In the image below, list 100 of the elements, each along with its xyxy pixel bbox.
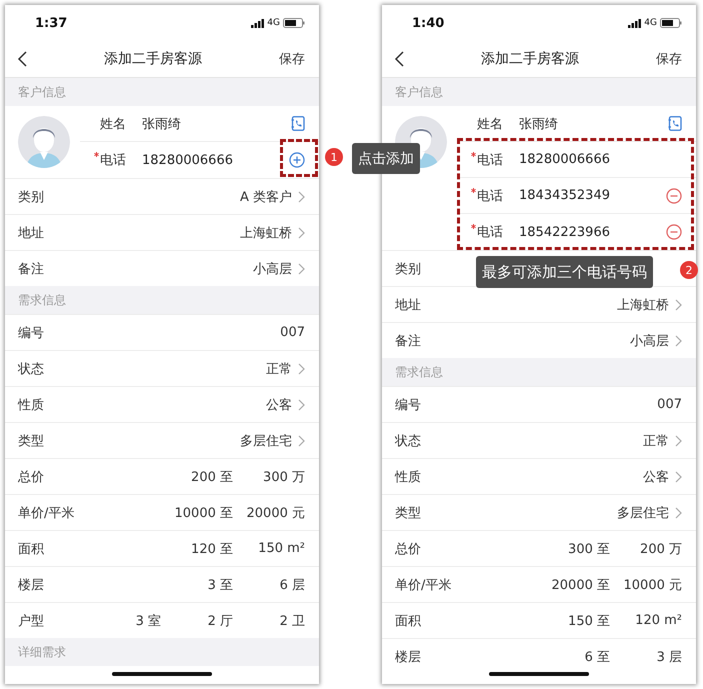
field-label: 性质 bbox=[395, 468, 421, 486]
field-value: 20000 至 bbox=[550, 576, 610, 594]
field-label: 姓名 bbox=[99, 116, 127, 134]
back-icon[interactable] bbox=[394, 51, 404, 67]
field-value: 300 至 bbox=[567, 540, 610, 558]
field-value: 3 至 bbox=[206, 576, 233, 594]
section-header: 需求信息 bbox=[382, 358, 696, 386]
chevron-icon[interactable] bbox=[298, 226, 305, 238]
callout-tooltip: 最多可添加三个电话号码 bbox=[476, 256, 653, 288]
field-value: 20000 元 bbox=[246, 504, 305, 522]
save-button[interactable]: 保存 bbox=[656, 50, 682, 68]
field-label: 编号 bbox=[395, 396, 421, 414]
field-value: 120 m² bbox=[634, 613, 682, 628]
status-time: 1:37 bbox=[35, 16, 68, 30]
field-value: 120 至 bbox=[190, 540, 233, 558]
add-icon[interactable] bbox=[289, 152, 305, 168]
callout-tooltip: 点击添加 bbox=[352, 143, 420, 174]
field-value: 小高层 bbox=[253, 260, 292, 278]
section-header: 客户信息 bbox=[382, 78, 696, 106]
page-title: 添加二手房客源 bbox=[104, 50, 202, 68]
field-value: 300 万 bbox=[262, 468, 305, 486]
field-label: 性质 bbox=[18, 396, 44, 414]
field-value: 公客 bbox=[266, 396, 292, 414]
signal-icon bbox=[251, 18, 264, 28]
field-value: 多层住宅 bbox=[617, 504, 669, 522]
phone-number-value: 18280006666 bbox=[141, 152, 234, 168]
field-label: 单价/平米 bbox=[395, 576, 452, 594]
field-value: 3 室 bbox=[134, 612, 161, 630]
field-label: 楼层 bbox=[18, 576, 44, 594]
phone-number-value: 18542223966 bbox=[518, 224, 611, 240]
field-label: 楼层 bbox=[395, 648, 421, 666]
field-value: 150 至 bbox=[567, 612, 610, 630]
field-value: 10000 元 bbox=[622, 576, 682, 594]
contact-book-icon[interactable] bbox=[291, 116, 305, 131]
field-value: 上海虹桥 bbox=[240, 224, 292, 242]
field-label: 面积 bbox=[395, 612, 421, 630]
field-label: 备注 bbox=[395, 332, 421, 350]
save-button[interactable]: 保存 bbox=[279, 50, 305, 68]
field-value: 6 至 bbox=[584, 648, 610, 666]
field-value: 公客 bbox=[643, 468, 669, 486]
battery-icon bbox=[283, 18, 305, 28]
network-label: 4G bbox=[644, 18, 657, 28]
chevron-icon[interactable] bbox=[675, 434, 682, 446]
field-label: 状态 bbox=[18, 360, 44, 378]
chevron-icon[interactable] bbox=[298, 362, 305, 374]
section-header: 需求信息 bbox=[5, 286, 319, 314]
battery-icon bbox=[660, 18, 682, 28]
field-value: 007 bbox=[280, 325, 305, 340]
chevron-icon[interactable] bbox=[675, 334, 682, 346]
field-label: 状态 bbox=[395, 432, 421, 450]
chevron-icon[interactable] bbox=[298, 398, 305, 410]
name-value: 张雨绮 bbox=[518, 116, 559, 132]
field-label: 类别 bbox=[18, 188, 44, 206]
chevron-icon[interactable] bbox=[675, 298, 682, 310]
page-title: 添加二手房客源 bbox=[481, 50, 579, 68]
field-label: 总价 bbox=[395, 540, 421, 558]
field-value: 200 至 bbox=[190, 468, 233, 486]
field-label: 单价/平米 bbox=[18, 504, 74, 522]
field-label: 类别 bbox=[395, 260, 421, 278]
field-value: 2 卫 bbox=[278, 612, 305, 630]
chevron-icon[interactable] bbox=[298, 190, 305, 202]
field-value: 007 bbox=[657, 397, 682, 412]
field-value: 多层住宅 bbox=[240, 432, 292, 450]
field-label: 电话 bbox=[477, 224, 503, 241]
contact-book-icon[interactable] bbox=[668, 116, 682, 131]
field-value: 3 层 bbox=[656, 648, 682, 666]
section-header: 详细需求 bbox=[5, 638, 319, 666]
chevron-icon[interactable] bbox=[675, 506, 682, 518]
phone-number-value: 18280006666 bbox=[518, 152, 611, 167]
chevron-icon[interactable] bbox=[675, 470, 682, 482]
field-value: 10000 至 bbox=[174, 504, 233, 522]
field-label: 户型 bbox=[18, 612, 44, 630]
field-label: 备注 bbox=[18, 260, 44, 278]
chevron-icon[interactable] bbox=[298, 434, 305, 446]
field-value: A 类客户 bbox=[240, 188, 292, 206]
network-label: 4G bbox=[267, 18, 280, 28]
name-value: 张雨绮 bbox=[141, 116, 182, 132]
field-value: 小高层 bbox=[630, 332, 669, 350]
remove-icon[interactable] bbox=[666, 188, 682, 204]
field-label: 电话 bbox=[100, 152, 126, 169]
field-value: 6 层 bbox=[278, 576, 305, 594]
field-label: 地址 bbox=[395, 296, 421, 314]
field-label: 类型 bbox=[395, 504, 421, 522]
field-label: 编号 bbox=[18, 324, 44, 342]
field-value: 150 m² bbox=[257, 541, 305, 556]
field-label: 姓名 bbox=[476, 116, 504, 134]
phone-number-value: 18434352349 bbox=[518, 188, 611, 203]
field-value: 2 厅 bbox=[206, 612, 233, 630]
section-header: 客户信息 bbox=[5, 78, 319, 106]
back-icon[interactable] bbox=[17, 51, 27, 67]
field-label: 电话 bbox=[477, 152, 503, 168]
chevron-icon[interactable] bbox=[298, 262, 305, 274]
field-label: 面积 bbox=[18, 540, 44, 558]
remove-icon[interactable] bbox=[666, 224, 682, 240]
field-label: 地址 bbox=[18, 224, 44, 242]
field-value: 正常 bbox=[266, 360, 292, 378]
field-label: 总价 bbox=[18, 468, 44, 486]
step-number: 1 bbox=[325, 148, 343, 166]
signal-icon bbox=[628, 18, 642, 28]
field-value: 正常 bbox=[643, 432, 669, 450]
